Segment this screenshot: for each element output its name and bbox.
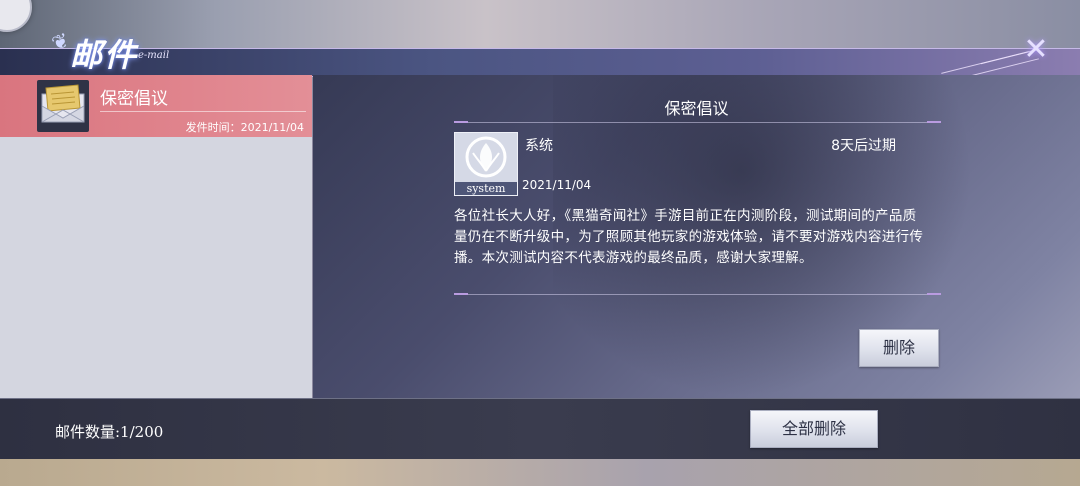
expire-text: 8天后过期 (831, 138, 896, 154)
mail-item-date: 发件时间：2021/11/04 (185, 121, 304, 134)
send-date: 2021/11/04 (522, 178, 592, 192)
envelope-icon (37, 80, 89, 132)
close-icon[interactable]: ✕ (1020, 35, 1052, 65)
divider (100, 111, 306, 112)
background-scene-bottom (0, 458, 1080, 486)
mail-list: 保密倡议 发件时间：2021/11/04 (0, 75, 312, 398)
page-subtitle: e-mail (138, 50, 170, 61)
mail-list-item[interactable]: 保密倡议 发件时间：2021/11/04 (0, 75, 312, 137)
mail-detail-title: 保密倡议 (664, 99, 729, 118)
page-title: 邮件 (70, 36, 139, 74)
delete-button[interactable]: 删除 (859, 329, 939, 367)
mail-detail-panel: 保密倡议 system 系统 8天后过期 2021/11/04 各位社长大人好，… (313, 75, 1080, 398)
sender-name: 系统 (525, 138, 553, 154)
background-scene-top (0, 0, 1080, 48)
mail-body: 各位社长大人好，《黑猫奇闻社》手游目前正在内测阶段，测试期间的产品质量仍在不断升… (454, 208, 924, 266)
mail-item-title: 保密倡议 (100, 89, 168, 109)
avatar-label: system (455, 182, 517, 195)
divider-bottom (454, 293, 941, 295)
divider-top (454, 121, 941, 123)
sender-avatar: system (454, 132, 518, 196)
footer-bar: 邮件数量:1/200 全部删除 (0, 398, 1080, 459)
delete-all-button[interactable]: 全部删除 (750, 410, 878, 448)
mail-count: 邮件数量:1/200 (55, 423, 164, 441)
